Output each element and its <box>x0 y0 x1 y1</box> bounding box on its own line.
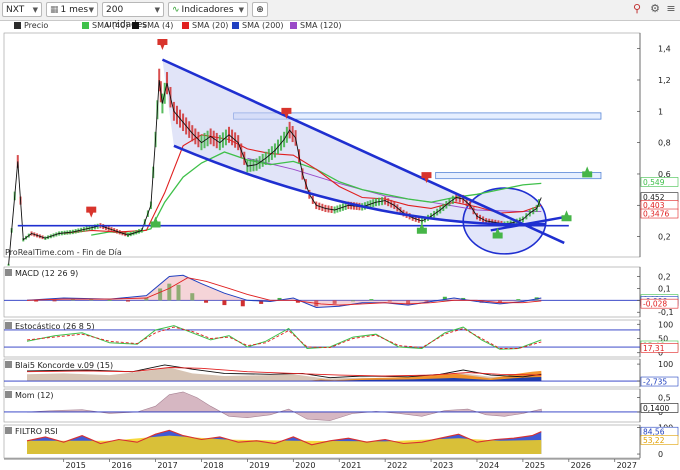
chart-legend: Precio SMA (40) SMA (4) SMA (20) SMA (200) SM… <box>0 20 640 32</box>
legend-item[interactable]: SMA (20) <box>192 21 228 31</box>
last-value-label: 0,1400 <box>643 404 669 413</box>
last-value-label: -2,735 <box>643 378 667 387</box>
y-tick-label: 100 <box>658 320 673 329</box>
indicators-label: Indicadores <box>181 5 234 15</box>
pane-title: Blai5 Koncorde v.09 (15) <box>15 361 113 370</box>
last-value-label: 0,549 <box>643 178 665 187</box>
legend-swatch <box>82 22 89 29</box>
settings-icon[interactable]: ⚙ <box>648 2 662 17</box>
highlight-circle <box>462 187 547 255</box>
x-tick-label: 2018 <box>203 461 223 470</box>
pane-frame <box>3 319 641 358</box>
chevron-down-icon: ▼ <box>154 6 160 14</box>
legend-swatch <box>182 22 189 29</box>
y-tick-label: 0,2 <box>658 233 671 242</box>
period-selector[interactable]: ▦ 1 mes ▼ <box>46 2 98 17</box>
x-tick-label: 2015 <box>66 461 86 470</box>
toolbar: NXT ▼ ▦ 1 mes ▼ 200 unidades ▼ ∿ Indicador… <box>0 0 680 30</box>
period-label: 1 mes <box>60 5 89 15</box>
legend-item[interactable]: SMA (120) <box>300 21 342 31</box>
calendar-icon: ▦ <box>50 5 59 15</box>
pane-icon <box>5 322 12 329</box>
chevron-down-icon: ▼ <box>238 6 244 14</box>
x-tick-label: 2019 <box>249 461 269 470</box>
y-tick-label: 100 <box>658 360 673 369</box>
y-tick-label: 0,1 <box>658 284 671 293</box>
legend-item[interactable]: Precio <box>24 21 48 31</box>
y-tick-label: 1,4 <box>658 45 671 54</box>
macd-histogram-bar <box>369 299 374 301</box>
last-value-label: 0,403 <box>643 201 665 210</box>
last-value-label: 0,3476 <box>643 210 669 219</box>
y-tick-label: 0,8 <box>658 139 671 148</box>
x-tick-label: 2023 <box>433 461 453 470</box>
macd-histogram-bar <box>52 300 57 302</box>
legend-swatch <box>232 22 239 29</box>
supply-zone <box>435 172 602 180</box>
x-tick-label: 2017 <box>157 461 177 470</box>
legend-swatch <box>14 22 21 29</box>
pane-title: MACD (12 26 9) <box>15 269 78 278</box>
pane-frame <box>3 266 641 318</box>
y-tick-label: -0,1 <box>658 308 674 317</box>
macd-histogram-bar <box>222 300 227 306</box>
symbol-selector[interactable]: NXT ▼ <box>2 2 42 17</box>
legend-item[interactable]: SMA (4) <box>142 21 173 31</box>
legend-item[interactable]: SMA (40) <box>92 21 128 31</box>
pane-icon <box>5 269 12 276</box>
x-tick-label: 2016 <box>111 461 131 470</box>
chevron-down-icon: ▼ <box>32 6 38 14</box>
alert-icon[interactable]: ⚲ <box>630 2 644 17</box>
y-tick-label: 0,5 <box>658 394 671 403</box>
pane-title: Mom (12) <box>15 391 54 400</box>
pane-title: FILTRO RSI <box>15 427 58 436</box>
x-tick-label: 2021 <box>341 461 361 470</box>
macd-histogram-bar <box>240 300 245 307</box>
macd-histogram-bar <box>125 300 130 302</box>
y-tick-label: 0,2 <box>658 273 671 282</box>
x-tick-label: 2025 <box>525 461 545 470</box>
pane-icon <box>5 427 12 434</box>
x-tick-label: 2027 <box>617 461 637 470</box>
macd-histogram-bar <box>34 300 39 302</box>
chevron-down-icon: ▼ <box>88 6 94 14</box>
pane-icon <box>5 391 12 398</box>
y-tick-label: 1,2 <box>658 76 671 85</box>
chart-canvas[interactable]: ProRealTime.com - Fin de Día 1,4 1,2 1 0,8 0,… <box>0 0 680 470</box>
last-value-label: 53,22 <box>643 436 665 445</box>
x-tick-label: 2024 <box>479 461 499 470</box>
units-selector[interactable]: 200 unidades ▼ <box>102 2 164 30</box>
symbol-label: NXT <box>6 5 25 15</box>
zoom-icon[interactable]: ⊕ <box>252 2 268 17</box>
y-tick-label: 1 <box>658 107 663 116</box>
watermark-label: ProRealTime.com - Fin de Día <box>5 248 122 257</box>
macd-histogram-bar <box>204 300 209 303</box>
x-tick-label: 2022 <box>387 461 407 470</box>
legend-swatch <box>132 22 139 29</box>
pane-icon <box>5 361 12 368</box>
x-tick-label: 2026 <box>571 461 591 470</box>
last-value-label: 17,31 <box>643 344 665 353</box>
y-tick-label: 0 <box>658 450 663 459</box>
last-value-label: -0,028 <box>643 300 667 309</box>
indicators-icon: ∿ <box>172 5 180 15</box>
macd-histogram-bar <box>516 299 521 301</box>
indicators-button[interactable]: ∿ Indicadores ▼ <box>168 2 248 17</box>
legend-item[interactable]: SMA (200) <box>242 21 284 31</box>
x-tick-label: 2020 <box>295 461 315 470</box>
legend-swatch <box>290 22 297 29</box>
menu-icon[interactable]: ≡ <box>664 2 678 17</box>
